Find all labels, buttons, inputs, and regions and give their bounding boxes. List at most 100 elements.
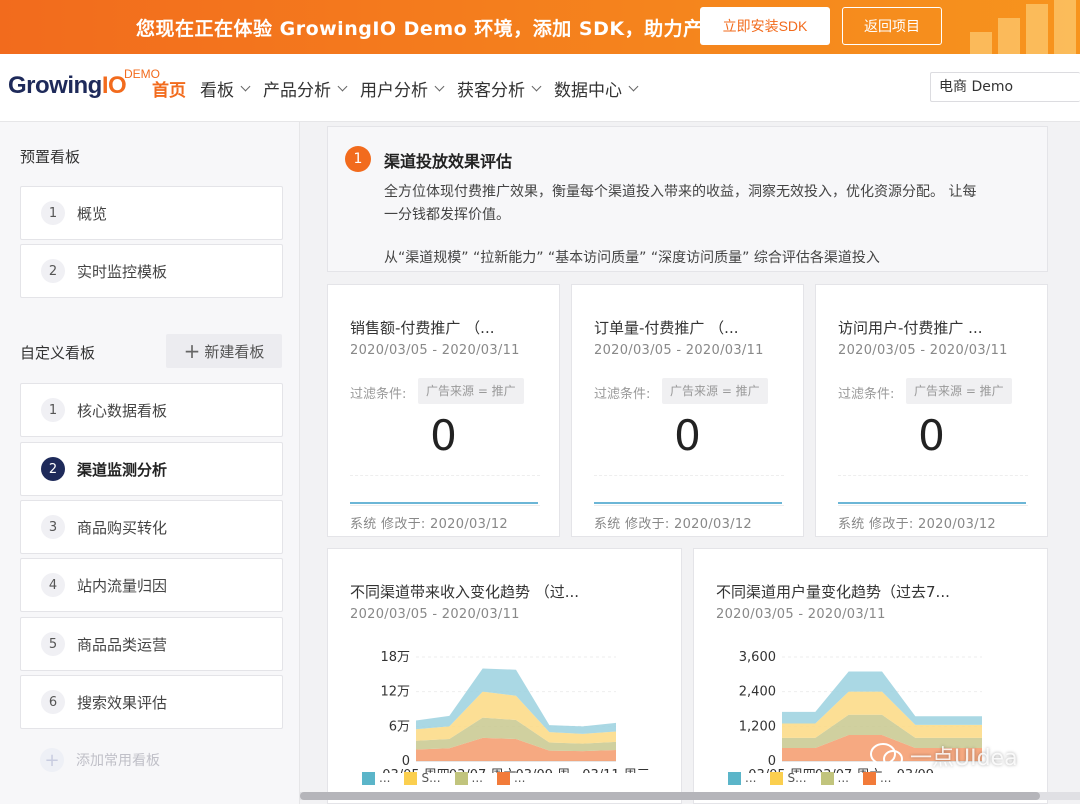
logo[interactable]: GrowingIO bbox=[8, 72, 127, 100]
intro-description: 全方位体现付费推广效果，衡量每个渠道投入带来的收益，洞察无效投入，优化资源分配。… bbox=[384, 184, 977, 223]
metric-card-sales[interactable]: 销售额-付费推广 （... 2020/03/05 - 2020/03/11 过滤… bbox=[327, 284, 560, 537]
metric-date-range: 2020/03/05 - 2020/03/11 bbox=[838, 343, 1008, 358]
trend-date-range: 2020/03/05 - 2020/03/11 bbox=[716, 607, 886, 622]
legend-item[interactable]: S... bbox=[404, 771, 441, 785]
chevron-down-icon bbox=[240, 81, 251, 92]
chart-baseline bbox=[594, 505, 784, 506]
metric-modified: 系统 修改于: 2020/03/12 bbox=[838, 517, 996, 532]
chevron-down-icon bbox=[628, 81, 639, 92]
legend-item[interactable]: S... bbox=[770, 771, 807, 785]
filter-label: 过滤条件: bbox=[838, 387, 895, 402]
item-number: 2 bbox=[41, 457, 65, 481]
chart-gridline bbox=[838, 475, 1028, 476]
x-tick-label: 03/11 周三 bbox=[582, 768, 650, 773]
main-content: 1 渠道投放效果评估 全方位体现付费推广效果，衡量每个渠道投入带来的收益，洞察无… bbox=[300, 122, 1080, 804]
legend-item[interactable]: ... bbox=[728, 771, 756, 785]
sidebar-item-category-ops[interactable]: 5 商品品类运营 bbox=[20, 617, 283, 671]
y-tick-label: 0 bbox=[402, 754, 410, 769]
nav-item-home[interactable]: 首页 bbox=[152, 76, 186, 101]
item-number: 1 bbox=[41, 201, 65, 225]
sidebar-item-label: 商品购买转化 bbox=[77, 518, 168, 537]
chart-gridline bbox=[350, 475, 540, 476]
new-board-button[interactable]: + 新建看板 bbox=[166, 334, 282, 368]
banner-text: 您现在正在体验 GrowingIO Demo 环境，添加 SDK，助力产品增长 bbox=[136, 18, 762, 40]
install-sdk-button[interactable]: 立即安装SDK bbox=[700, 7, 830, 45]
back-to-project-button[interactable]: 返回项目 bbox=[842, 7, 942, 45]
filter-tag: 广告来源 = 推广 bbox=[418, 378, 524, 404]
sidebar-item-label: 渠道监测分析 bbox=[77, 460, 168, 479]
metric-date-range: 2020/03/05 - 2020/03/11 bbox=[594, 343, 764, 358]
chevron-down-icon bbox=[337, 81, 348, 92]
sidebar-item-label: 实时监控模板 bbox=[77, 262, 168, 281]
horizontal-scrollbar[interactable] bbox=[300, 792, 1080, 800]
legend-item[interactable]: ... bbox=[862, 771, 891, 785]
metric-modified: 系统 修改于: 2020/03/12 bbox=[594, 517, 752, 532]
trend-card-revenue[interactable]: 不同渠道带来收入变化趋势 （过... 2020/03/05 - 2020/03/… bbox=[327, 548, 682, 804]
trend-title: 不同渠道带来收入变化趋势 （过... bbox=[350, 583, 580, 601]
sidebar-item-core-data[interactable]: 1 核心数据看板 bbox=[20, 383, 283, 437]
sidebar-item-purchase-conversion[interactable]: 3 商品购买转化 bbox=[20, 500, 283, 554]
intro-more-text: 从“渠道规模” “拉新能力” “基本访问质量” “深度访问质量” 综合评估各渠道… bbox=[384, 250, 880, 266]
sidebar-item-realtime-template[interactable]: 2 实时监控模板 bbox=[20, 244, 283, 298]
scrollbar-thumb[interactable] bbox=[300, 792, 1040, 800]
metric-title: 订单量-付费推广 （... bbox=[594, 319, 739, 337]
add-common-board-button[interactable]: + 添加常用看板 bbox=[40, 748, 160, 772]
item-number: 4 bbox=[41, 573, 65, 597]
sidebar-item-label: 商品品类运营 bbox=[77, 635, 168, 654]
nav-item-product-analysis[interactable]: 产品分析 bbox=[263, 76, 348, 101]
y-tick-label: 12万 bbox=[380, 685, 410, 700]
metric-value: 0 bbox=[918, 411, 945, 460]
legend-item[interactable]: ... bbox=[454, 771, 483, 785]
metric-value: 0 bbox=[674, 411, 701, 460]
sidebar-item-overview[interactable]: 1 概览 bbox=[20, 186, 283, 240]
top-banner: 您现在正在体验 GrowingIO Demo 环境，添加 SDK，助力产品增长 … bbox=[0, 0, 1080, 54]
chart-baseline bbox=[838, 505, 1028, 506]
filter-label: 过滤条件: bbox=[350, 387, 407, 402]
chart-baseline bbox=[350, 505, 540, 506]
legend-item[interactable]: ... bbox=[496, 771, 525, 785]
sparkline bbox=[594, 502, 782, 504]
chevron-down-icon bbox=[434, 81, 445, 92]
intro-title: 渠道投放效果评估 bbox=[384, 152, 513, 171]
filter-label: 过滤条件: bbox=[594, 387, 651, 402]
sparkline bbox=[350, 502, 538, 504]
filter-tag: 广告来源 = 推广 bbox=[906, 378, 1012, 404]
metric-value: 0 bbox=[430, 411, 457, 460]
sidebar: 预置看板 1 概览 2 实时监控模板 自定义看板 + 新建看板 1 核心数据看板… bbox=[0, 122, 300, 804]
top-navbar: GrowingIO DEMO 首页 看板 产品分析 用户分析 获客分析 数据中心… bbox=[0, 54, 1080, 122]
project-selector[interactable]: 电商 Demo bbox=[930, 72, 1080, 102]
sparkline bbox=[838, 502, 1026, 504]
metric-title: 访问用户-付费推广 ... bbox=[838, 319, 983, 337]
sidebar-item-search-effect[interactable]: 6 搜索效果评估 bbox=[20, 675, 283, 729]
main-nav: 首页 看板 产品分析 用户分析 获客分析 数据中心 bbox=[152, 76, 651, 101]
trend-title: 不同渠道用户量变化趋势（过去7... bbox=[716, 583, 950, 601]
revenue-area-chart: 06万12万18万03/05 周四03/07 周六03/09 周一03/11 周… bbox=[380, 650, 650, 773]
preset-boards-heading: 预置看板 bbox=[20, 148, 81, 166]
nav-item-data-center[interactable]: 数据中心 bbox=[554, 76, 639, 101]
y-tick-label: 0 bbox=[768, 754, 776, 769]
sidebar-item-label: 概览 bbox=[77, 204, 108, 223]
custom-boards-heading: 自定义看板 bbox=[20, 344, 96, 362]
metric-modified: 系统 修改于: 2020/03/12 bbox=[350, 517, 508, 532]
y-tick-label: 2,400 bbox=[739, 685, 776, 700]
chart-gridline bbox=[594, 475, 784, 476]
sidebar-item-label: 站内流量归因 bbox=[77, 576, 168, 595]
metric-card-visitors[interactable]: 访问用户-付费推广 ... 2020/03/05 - 2020/03/11 过滤… bbox=[815, 284, 1048, 537]
y-tick-label: 6万 bbox=[389, 719, 410, 734]
item-number: 6 bbox=[41, 690, 65, 714]
plus-icon: + bbox=[40, 748, 64, 772]
legend-item[interactable]: ... bbox=[820, 771, 849, 785]
nav-item-acquisition-analysis[interactable]: 获客分析 bbox=[457, 76, 542, 101]
item-number: 2 bbox=[41, 259, 65, 283]
sidebar-item-label: 搜索效果评估 bbox=[77, 693, 168, 712]
nav-item-user-analysis[interactable]: 用户分析 bbox=[360, 76, 445, 101]
sidebar-item-channel-monitoring[interactable]: 2 渠道监测分析 bbox=[20, 442, 283, 496]
legend-item[interactable]: ... bbox=[362, 771, 390, 785]
metric-title: 销售额-付费推广 （... bbox=[350, 319, 495, 337]
y-tick-label: 1,200 bbox=[739, 719, 776, 734]
sidebar-item-traffic-attribution[interactable]: 4 站内流量归因 bbox=[20, 558, 283, 612]
banner-decoration bbox=[940, 0, 1080, 54]
chat-bubble-icon bbox=[870, 743, 903, 768]
metric-card-orders[interactable]: 订单量-付费推广 （... 2020/03/05 - 2020/03/11 过滤… bbox=[571, 284, 804, 537]
nav-item-dashboard[interactable]: 看板 bbox=[200, 76, 251, 101]
